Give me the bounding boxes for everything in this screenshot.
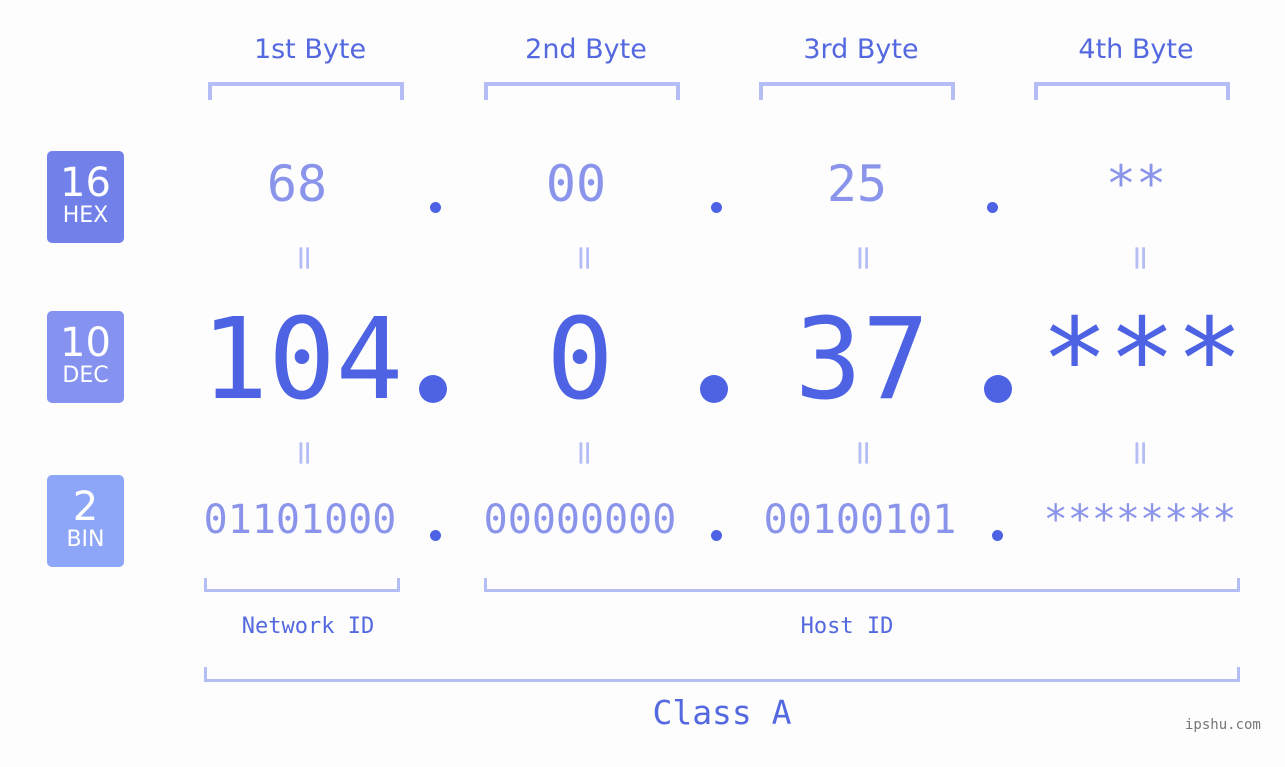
hex-badge: 16 HEX: [47, 151, 124, 243]
equals-glyph: =: [843, 243, 884, 273]
equals-glyph: =: [843, 438, 884, 468]
equals-sign: =: [843, 433, 883, 473]
dec-base-number: 10: [60, 320, 111, 366]
dec-separator-dot: [984, 375, 1012, 403]
byte-bracket-4: [1034, 82, 1230, 100]
equals-glyph: =: [564, 243, 605, 273]
equals-glyph: =: [1120, 438, 1161, 468]
dec-byte-4: ***: [1040, 295, 1244, 425]
bin-byte-2: 00000000: [483, 497, 677, 543]
host-id-label: Host ID: [800, 614, 894, 639]
dec-byte-3: 37: [794, 295, 930, 425]
byte-header-1: 1st Byte: [253, 34, 367, 65]
hex-separator-dot: [711, 202, 722, 213]
byte-header-3: 3rd Byte: [803, 34, 919, 65]
network-id-bracket: [204, 578, 400, 592]
dec-separator-dot: [419, 375, 447, 403]
bin-separator-dot: [992, 530, 1003, 541]
bin-byte-4: ********: [1043, 497, 1237, 543]
hex-separator-dot: [987, 202, 998, 213]
bin-separator-dot: [430, 530, 441, 541]
equals-sign: =: [1120, 238, 1160, 278]
equals-sign: =: [564, 238, 604, 278]
hex-base-number: 16: [60, 160, 111, 206]
network-id-label: Network ID: [241, 614, 375, 639]
bin-base-number: 2: [72, 484, 99, 530]
watermark: ipshu.com: [1185, 717, 1261, 733]
class-label: Class A: [652, 693, 792, 732]
byte-header-4: 4th Byte: [1078, 34, 1194, 65]
equals-glyph: =: [284, 438, 325, 468]
dec-byte-2: 0: [546, 295, 614, 425]
bin-byte-1: 01101000: [203, 497, 397, 543]
dec-separator-dot: [700, 375, 728, 403]
host-id-bracket: [484, 578, 1240, 592]
dec-byte-1: 104: [200, 295, 404, 425]
hex-byte-4: **: [1105, 155, 1167, 213]
bin-base-label: BIN: [66, 527, 105, 552]
byte-bracket-3: [759, 82, 955, 100]
dec-badge: 10 DEC: [47, 311, 124, 403]
equals-sign: =: [843, 238, 883, 278]
equals-sign: =: [1120, 433, 1160, 473]
byte-bracket-1: [208, 82, 404, 100]
hex-separator-dot: [430, 202, 441, 213]
bin-byte-3: 00100101: [763, 497, 957, 543]
hex-byte-3: 25: [826, 155, 888, 213]
equals-sign: =: [284, 238, 324, 278]
byte-header-2: 2nd Byte: [525, 34, 647, 65]
equals-sign: =: [284, 433, 324, 473]
hex-byte-2: 00: [545, 155, 607, 213]
equals-glyph: =: [564, 438, 605, 468]
hex-byte-1: 68: [266, 155, 328, 213]
hex-base-label: HEX: [62, 203, 109, 228]
equals-glyph: =: [284, 243, 325, 273]
bin-badge: 2 BIN: [47, 475, 124, 567]
class-bracket: [204, 667, 1240, 682]
equals-sign: =: [564, 433, 604, 473]
bin-separator-dot: [711, 530, 722, 541]
equals-glyph: =: [1120, 243, 1161, 273]
dec-base-label: DEC: [62, 363, 109, 388]
byte-bracket-2: [484, 82, 680, 100]
